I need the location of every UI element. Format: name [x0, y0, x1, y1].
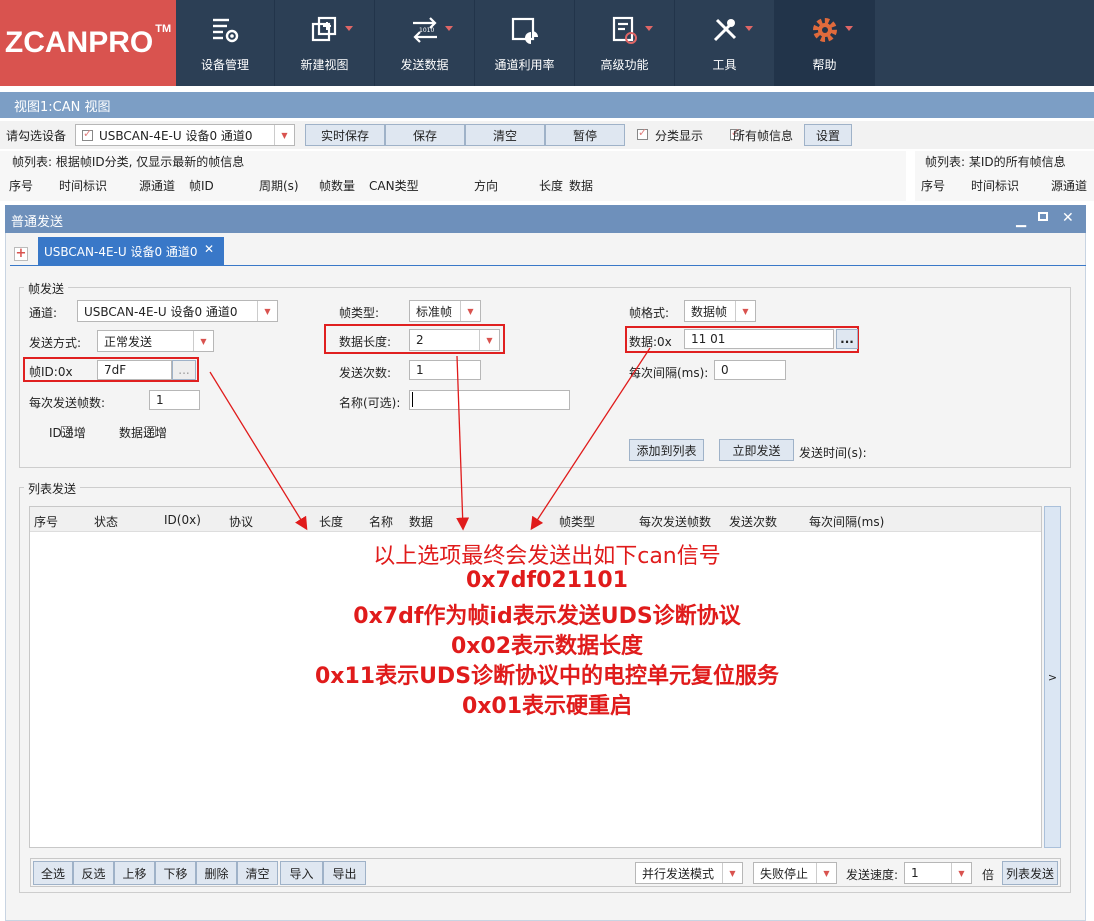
- annotation-line: 0x01表示硬重启: [461, 694, 633, 719]
- arrow-data: [530, 347, 651, 531]
- arrow-frame-id: [209, 371, 308, 531]
- annotation-line: 0x11表示UDS诊断协议中的电控单元复位服务: [314, 664, 780, 689]
- annotation-line: 0x7df021101: [466, 568, 628, 593]
- arrow-data-length: [456, 355, 470, 531]
- annotation-line: 以上选项最终会发送出如下can信号: [373, 544, 721, 569]
- annotation-line: 0x7df作为帧id表示发送UDS诊断协议: [353, 604, 741, 629]
- annotation-arrows: [209, 347, 651, 531]
- annotation-line: 0x02表示数据长度: [450, 634, 644, 659]
